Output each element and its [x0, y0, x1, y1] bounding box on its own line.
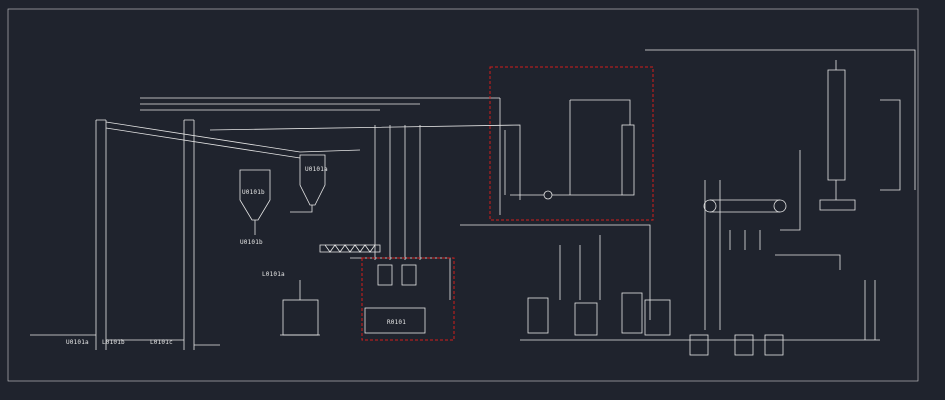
tag-cyclone-left: U0101b — [242, 189, 265, 196]
process-flow-diagram — [7, 8, 919, 382]
tank-3 — [621, 292, 643, 334]
extraction-column — [621, 124, 635, 196]
tank-2 — [574, 302, 598, 336]
tag-conveyor-b: L0101a — [262, 271, 285, 278]
tag-reactor: R0101 — [387, 319, 407, 326]
tag-hopper-right: L0101c — [150, 339, 173, 346]
tank-4 — [644, 299, 671, 336]
cyclone-right — [299, 154, 326, 206]
mixer-tank — [282, 299, 319, 336]
tag-conveyor-a: U0101b — [240, 239, 263, 246]
column-tall — [827, 69, 846, 181]
tag-hopper-left: U0101a — [66, 339, 89, 346]
pump-icon — [543, 190, 553, 200]
tank-1 — [527, 297, 549, 334]
tag-cyclone-right: U0101a — [305, 166, 328, 173]
belt-conveyor — [710, 199, 780, 213]
highlight-reactor-section — [361, 257, 455, 341]
silo-left — [95, 119, 107, 350]
drawing-frame — [7, 8, 919, 382]
tag-hopper-mid: L0101b — [102, 339, 125, 346]
silo-right — [183, 119, 195, 350]
highlight-extraction-section — [489, 66, 654, 221]
